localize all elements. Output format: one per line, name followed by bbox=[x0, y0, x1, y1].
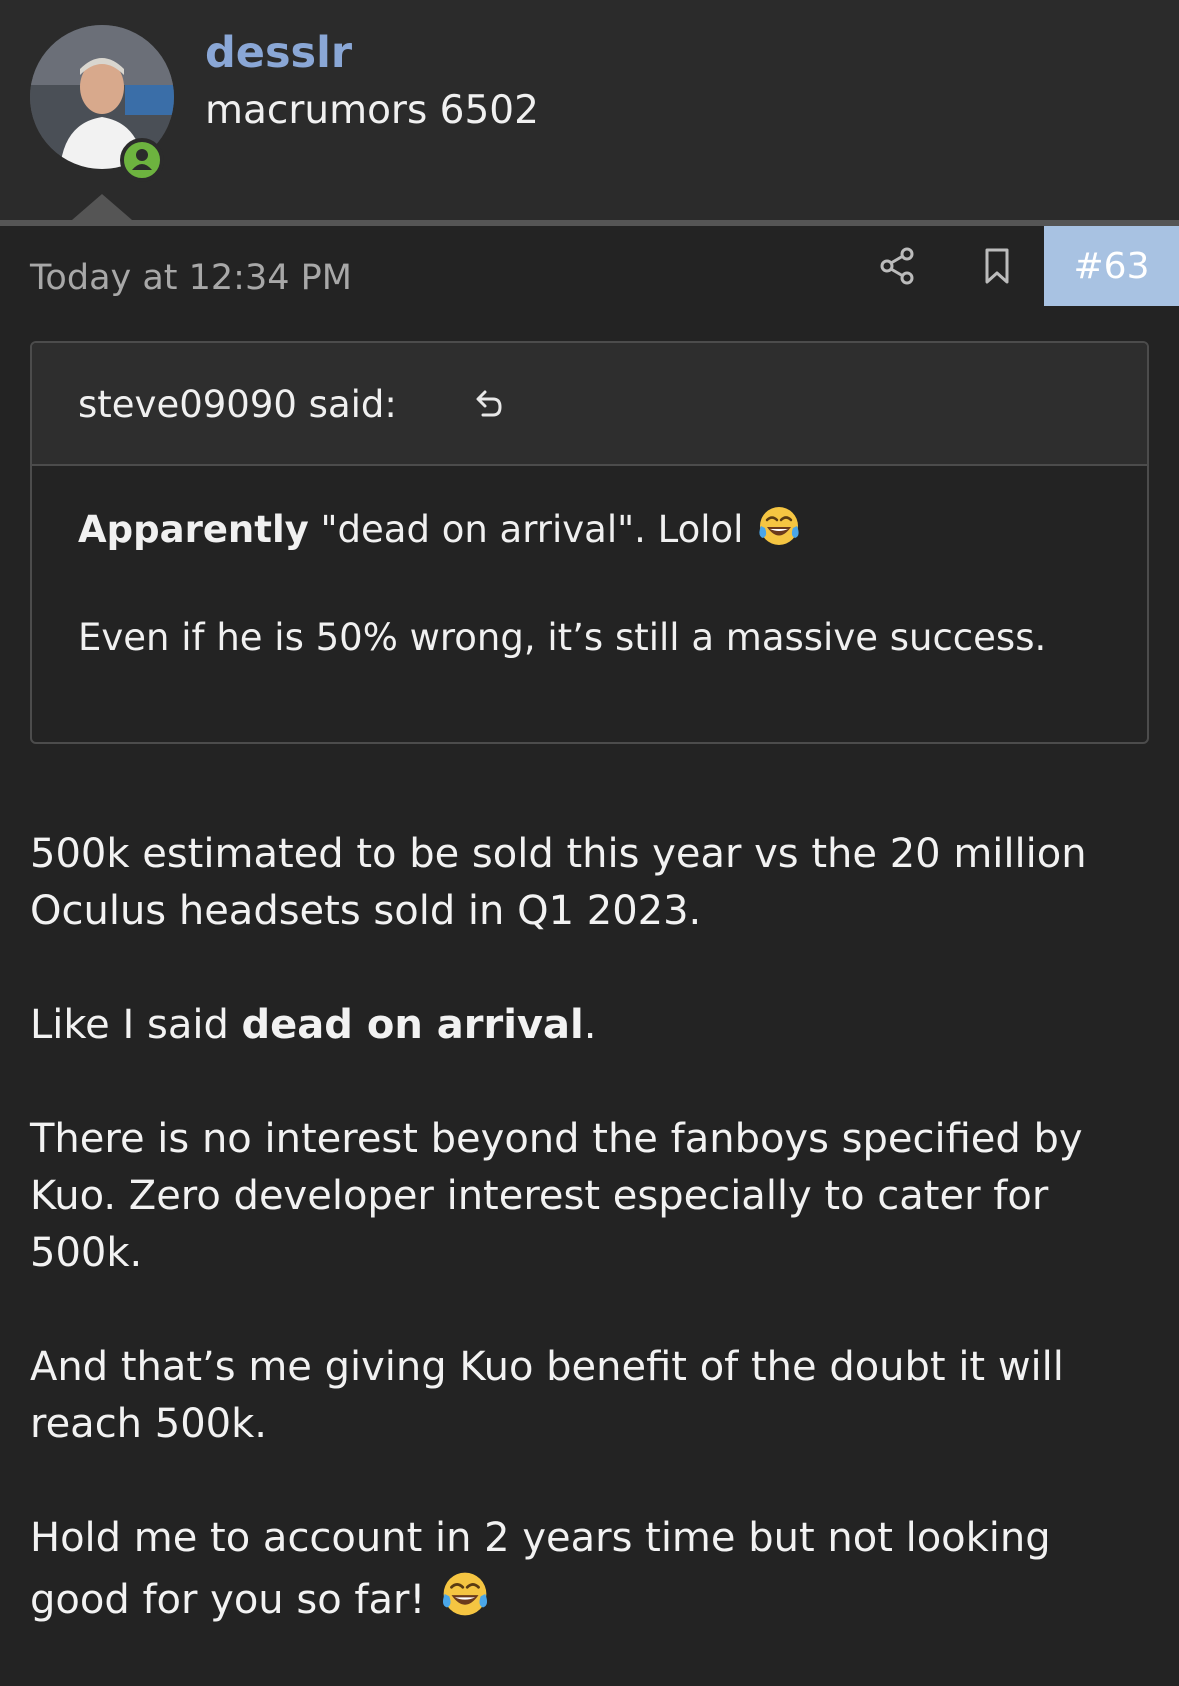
post-paragraph-3: There is no interest beyond the fanboys … bbox=[30, 1116, 1083, 1276]
face-with-tears-of-joy-emoji bbox=[759, 507, 799, 545]
author-username[interactable]: desslr bbox=[205, 28, 352, 78]
post-body: 500k estimated to be sold this year vs t… bbox=[30, 826, 1160, 1686]
post-paragraph-1: 500k estimated to be sold this year vs t… bbox=[30, 831, 1087, 934]
header-divider bbox=[0, 220, 1179, 226]
quote-line-1: Apparently "dead on arrival". Lolol bbox=[78, 502, 1101, 557]
post-paragraph-2-post: . bbox=[583, 1002, 597, 1048]
face-with-tears-of-joy-emoji bbox=[443, 1572, 488, 1616]
undo-arrow-icon[interactable] bbox=[469, 387, 505, 423]
online-status-badge bbox=[120, 138, 164, 182]
quote-content: Apparently "dead on arrival". Lolol Even… bbox=[32, 466, 1147, 665]
quote-block: steve09090 said: Apparently "dead on arr… bbox=[30, 341, 1149, 744]
post-author-header: desslr macrumors 6502 bbox=[0, 0, 1179, 220]
post-paragraph-5-text: Hold me to account in 2 years time but n… bbox=[30, 1515, 1051, 1623]
post-paragraph-2-pre: Like I said bbox=[30, 1002, 242, 1048]
share-icon bbox=[880, 247, 914, 285]
quote-spacer bbox=[78, 557, 1101, 611]
quote-line-1-rest: "dead on arrival". Lolol bbox=[308, 508, 744, 551]
post-timestamp[interactable]: Today at 12:34 PM bbox=[30, 258, 352, 298]
bookmark-button[interactable] bbox=[975, 244, 1019, 288]
bookmark-icon bbox=[985, 248, 1009, 284]
post-paragraph-4: And that’s me giving Kuo benefit of the … bbox=[30, 1344, 1064, 1447]
quote-bold-word: Apparently bbox=[78, 508, 309, 551]
post-paragraph-2-bold: dead on arrival bbox=[241, 1002, 584, 1048]
share-button[interactable] bbox=[875, 244, 919, 288]
quote-author[interactable]: steve09090 said: bbox=[78, 383, 397, 426]
user-online-icon bbox=[132, 149, 152, 170]
post-paragraph-2: Like I said dead on arrival. bbox=[30, 997, 1160, 1054]
quote-line-2: Even if he is 50% wrong, it’s still a ma… bbox=[78, 616, 1047, 659]
author-title: macrumors 6502 bbox=[205, 88, 539, 133]
header-pointer bbox=[72, 194, 132, 220]
post-number-link[interactable]: #63 bbox=[1044, 226, 1179, 306]
post-paragraph-5: Hold me to account in 2 years time but n… bbox=[30, 1510, 1160, 1629]
quote-header: steve09090 said: bbox=[32, 343, 1147, 466]
